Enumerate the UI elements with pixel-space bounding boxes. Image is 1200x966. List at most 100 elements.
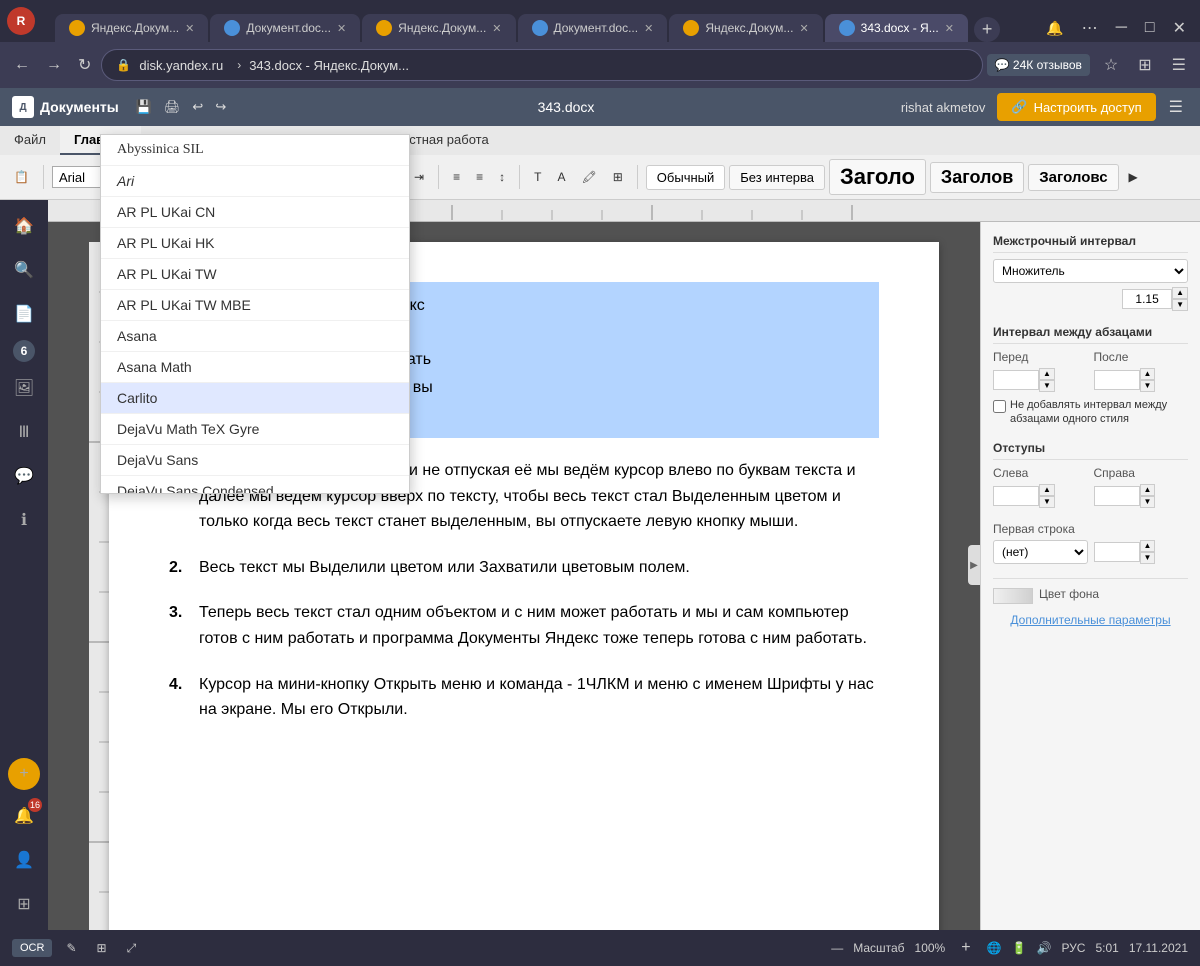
- tab-6[interactable]: 343.docx - Я... ✕: [825, 14, 968, 42]
- clipboard-btn[interactable]: 📋: [8, 166, 35, 188]
- menu-btn[interactable]: ☰: [1164, 94, 1188, 120]
- first-line-down[interactable]: ▼: [1140, 552, 1156, 564]
- tab-close-5[interactable]: ✕: [799, 22, 808, 35]
- first-line-select[interactable]: (нет): [993, 540, 1088, 564]
- status-expand-btn[interactable]: ⤢: [121, 937, 143, 960]
- sidebar-comment-btn[interactable]: 💬: [6, 458, 42, 494]
- maximize-btn[interactable]: □: [1139, 14, 1161, 42]
- font-item-ari[interactable]: Ari: [101, 166, 409, 197]
- tab-1[interactable]: Яндекс.Докум... ✕: [55, 14, 208, 42]
- after-up[interactable]: ▲: [1140, 368, 1156, 380]
- left-indent-stepper[interactable]: 0 см ▲ ▼: [993, 484, 1088, 508]
- font-item-ar-pl-ukai-hk[interactable]: AR PL UKai HK: [101, 228, 409, 259]
- multiplier-select[interactable]: Множитель: [993, 259, 1188, 283]
- font-item-abyssinica-sil[interactable]: Abyssinica SIL: [101, 135, 409, 166]
- close-btn[interactable]: ✕: [1167, 14, 1192, 42]
- font-item-dejavu-sans-condensed[interactable]: DejaVu Sans Condensed: [101, 476, 409, 494]
- bookmark-star-btn[interactable]: ☆: [1098, 51, 1124, 79]
- font-item-asana-math[interactable]: Asana Math: [101, 352, 409, 383]
- sidebar-add-btn[interactable]: +: [8, 758, 40, 790]
- preset-heading2[interactable]: Заголов: [930, 162, 1024, 193]
- status-edit-btn[interactable]: ✎: [60, 937, 82, 959]
- ocr-btn[interactable]: OCR: [12, 939, 52, 957]
- tab-2[interactable]: Документ.doc... ✕: [210, 14, 360, 42]
- sidebar-search-btn[interactable]: 🔍: [6, 252, 42, 288]
- bookmark-btn[interactable]: ⋯: [1076, 14, 1104, 42]
- before-down[interactable]: ▼: [1039, 380, 1055, 392]
- sidebar-image-btn[interactable]: 🖼: [6, 370, 42, 406]
- extra-params-link[interactable]: Дополнительные параметры: [993, 613, 1188, 627]
- font-item-ar-pl-ukai-tw[interactable]: AR PL UKai TW: [101, 259, 409, 290]
- tab-file[interactable]: Файл: [0, 126, 60, 155]
- preset-heading1[interactable]: Заголо: [829, 159, 926, 195]
- tab-3[interactable]: Яндекс.Докум... ✕: [362, 14, 515, 42]
- first-line-up[interactable]: ▲: [1140, 540, 1156, 552]
- tab-5[interactable]: Яндекс.Докум... ✕: [669, 14, 822, 42]
- after-input[interactable]: 0.35 см: [1094, 370, 1140, 390]
- tab-close-6[interactable]: ✕: [945, 22, 954, 35]
- font-item-ar-pl-ukai-tw-mbe[interactable]: AR PL UKai TW MBE: [101, 290, 409, 321]
- tab-4[interactable]: Документ.doc... ✕: [518, 14, 668, 42]
- sidebar-format-btn[interactable]: Ⅲ: [6, 414, 42, 450]
- zoom-in-btn[interactable]: +: [955, 935, 976, 961]
- align-left-btn[interactable]: ≡: [447, 166, 466, 188]
- new-tab-button[interactable]: +: [974, 17, 1001, 42]
- multiplier-input[interactable]: 1.15: [1122, 289, 1172, 309]
- left-indent-input[interactable]: 0 см: [993, 486, 1039, 506]
- share-button[interactable]: 🔗 Настроить доступ: [997, 93, 1155, 121]
- font-item-dejavu-math[interactable]: DejaVu Math TeX Gyre: [101, 414, 409, 445]
- status-view-btn[interactable]: ⊞: [91, 937, 113, 959]
- minimize-btn[interactable]: ─: [1110, 14, 1133, 42]
- right-indent-stepper[interactable]: 0 см ▲ ▼: [1094, 484, 1189, 508]
- first-line-stepper[interactable]: 0 см ▲ ▼: [1094, 540, 1189, 564]
- font-item-ar-pl-ukai-cn[interactable]: AR PL UKai CN: [101, 197, 409, 228]
- before-input[interactable]: 0 см: [993, 370, 1039, 390]
- insert-table-btn[interactable]: ⊞: [607, 166, 629, 188]
- after-down[interactable]: ▼: [1140, 380, 1156, 392]
- save-btn[interactable]: 💾: [131, 96, 157, 118]
- sidebar-doc-btn[interactable]: 📄: [6, 296, 42, 332]
- before-up[interactable]: ▲: [1039, 368, 1055, 380]
- notification-btn[interactable]: 🔔: [1040, 14, 1069, 42]
- highlight-btn[interactable]: 🖍: [576, 166, 603, 188]
- right-indent-up[interactable]: ▲: [1140, 484, 1156, 496]
- indent-more-btn[interactable]: ⇥: [408, 166, 430, 188]
- settings-btn[interactable]: ☰: [1166, 51, 1192, 79]
- sidebar-info-btn[interactable]: ℹ: [6, 502, 42, 538]
- sidebar-home-btn[interactable]: 🏠: [6, 208, 42, 244]
- font-item-carlito[interactable]: Carlito: [101, 383, 409, 414]
- left-indent-up[interactable]: ▲: [1039, 484, 1055, 496]
- sidebar-windows-btn[interactable]: ⊞: [6, 886, 42, 922]
- font-item-dejavu-sans[interactable]: DejaVu Sans: [101, 445, 409, 476]
- notifications-btn[interactable]: 💬 24К отзывов: [987, 54, 1090, 76]
- refresh-button[interactable]: ↻: [72, 51, 97, 79]
- sidebar-user-btn[interactable]: 👤: [6, 842, 42, 878]
- after-stepper[interactable]: 0.35 см ▲ ▼: [1094, 368, 1189, 392]
- multiplier-up[interactable]: ▲: [1172, 287, 1188, 299]
- undo-btn[interactable]: ↩: [187, 96, 208, 118]
- font-item-asana[interactable]: Asana: [101, 321, 409, 352]
- multiplier-down[interactable]: ▼: [1172, 299, 1188, 311]
- first-line-input[interactable]: 0 см: [1094, 542, 1140, 562]
- color-fill-btn[interactable]: A: [551, 166, 571, 188]
- preset-no-spacing[interactable]: Без интерва: [729, 165, 825, 190]
- color-swatch[interactable]: [993, 588, 1033, 604]
- extensions-btn[interactable]: ⊞: [1132, 51, 1157, 79]
- left-indent-down[interactable]: ▼: [1039, 496, 1055, 508]
- clear-format-btn[interactable]: T: [528, 166, 547, 188]
- right-indent-input[interactable]: 0 см: [1094, 486, 1140, 506]
- address-bar[interactable]: 🔒 disk.yandex.ru › 343.docx - Яндекс.Док…: [101, 49, 982, 81]
- more-styles-btn[interactable]: ▶: [1123, 166, 1144, 188]
- tab-close-3[interactable]: ✕: [492, 22, 501, 35]
- multiplier-stepper[interactable]: 1.15 ▲ ▼: [1122, 287, 1188, 311]
- back-button[interactable]: ←: [8, 52, 36, 78]
- forward-button[interactable]: →: [40, 52, 68, 78]
- right-indent-down[interactable]: ▼: [1140, 496, 1156, 508]
- preset-normal[interactable]: Обычный: [646, 165, 725, 190]
- before-stepper[interactable]: 0 см ▲ ▼: [993, 368, 1088, 392]
- tab-close-4[interactable]: ✕: [644, 22, 653, 35]
- line-spacing-btn[interactable]: ↕: [493, 166, 511, 188]
- preset-heading3[interactable]: Заголовс: [1028, 164, 1118, 191]
- align-center-btn[interactable]: ≡: [470, 166, 489, 188]
- no-add-spacing-checkbox[interactable]: [993, 400, 1006, 413]
